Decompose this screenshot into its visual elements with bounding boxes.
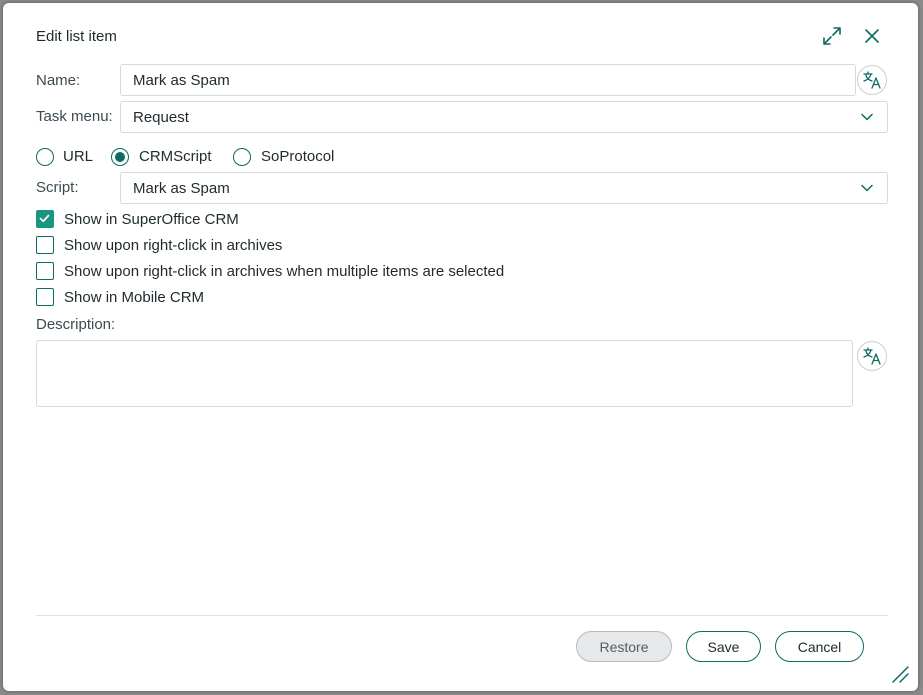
task-menu-label: Task menu:	[36, 108, 113, 125]
resize-handle-icon[interactable]	[889, 663, 911, 685]
save-button-label: Save	[707, 638, 740, 655]
name-label: Name:	[36, 72, 81, 89]
checkbox-show-in-superoffice-label: Show in SuperOffice CRM	[64, 211, 239, 228]
close-icon-glyph	[865, 29, 879, 43]
checkbox-right-click-archives-label: Show upon right-click in archives	[64, 237, 283, 254]
restore-button-label: Restore	[599, 638, 649, 655]
script-select[interactable]: Mark as Spam	[120, 172, 888, 204]
description-label: Description:	[36, 316, 116, 333]
script-label: Script:	[36, 179, 79, 196]
checkbox-show-in-mobile[interactable]	[36, 288, 54, 306]
checkbox-show-in-superoffice[interactable]	[36, 210, 54, 228]
radio-crmscript-label: CRMScript	[139, 148, 212, 165]
radio-crmscript[interactable]	[111, 148, 129, 166]
footer-divider	[36, 615, 888, 616]
checkbox-right-click-multiple-label: Show upon right-click in archives when m…	[64, 263, 505, 280]
restore-button[interactable]: Restore	[576, 631, 672, 662]
expand-icon-glyph	[823, 27, 841, 45]
checkbox-right-click-archives[interactable]	[36, 236, 54, 254]
task-menu-select[interactable]: Request	[120, 101, 888, 133]
radio-soprotocol[interactable]	[233, 148, 251, 166]
task-menu-value: Request	[133, 108, 189, 126]
save-button[interactable]: Save	[686, 631, 761, 662]
checkbox-right-click-multiple[interactable]	[36, 262, 54, 280]
cancel-button-label: Cancel	[797, 638, 842, 655]
description-textarea[interactable]	[36, 340, 853, 407]
cancel-button[interactable]: Cancel	[775, 631, 864, 662]
chevron-down-icon	[861, 113, 873, 121]
translate-icon	[863, 71, 881, 89]
dialog-title: Edit list item	[36, 28, 117, 45]
edit-list-item-dialog: Edit list item Name: Mark as Spam Task m…	[3, 3, 918, 691]
name-translate-button[interactable]	[857, 65, 887, 95]
script-value: Mark as Spam	[133, 179, 230, 197]
expand-icon[interactable]	[821, 25, 843, 47]
translate-icon	[863, 347, 881, 365]
radio-soprotocol-label: SoProtocol	[261, 148, 335, 165]
close-icon[interactable]	[861, 25, 883, 47]
description-translate-button[interactable]	[857, 341, 887, 371]
name-value: Mark as Spam	[133, 71, 230, 89]
radio-url[interactable]	[36, 148, 54, 166]
checkbox-show-in-mobile-label: Show in Mobile CRM	[64, 289, 205, 306]
name-input[interactable]: Mark as Spam	[120, 64, 856, 96]
check-icon	[39, 214, 50, 223]
chevron-down-icon	[861, 184, 873, 192]
radio-url-label: URL	[63, 148, 94, 165]
